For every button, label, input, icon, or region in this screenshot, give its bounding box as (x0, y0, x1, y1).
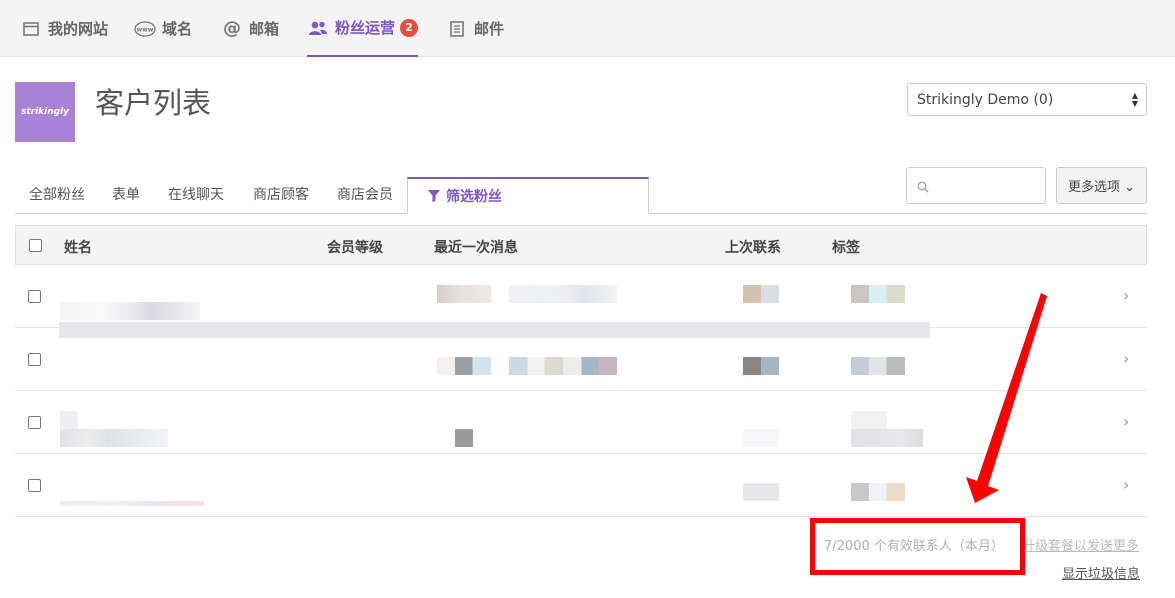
arrow-shape (966, 293, 1047, 503)
annotation-arrow (966, 293, 1047, 503)
